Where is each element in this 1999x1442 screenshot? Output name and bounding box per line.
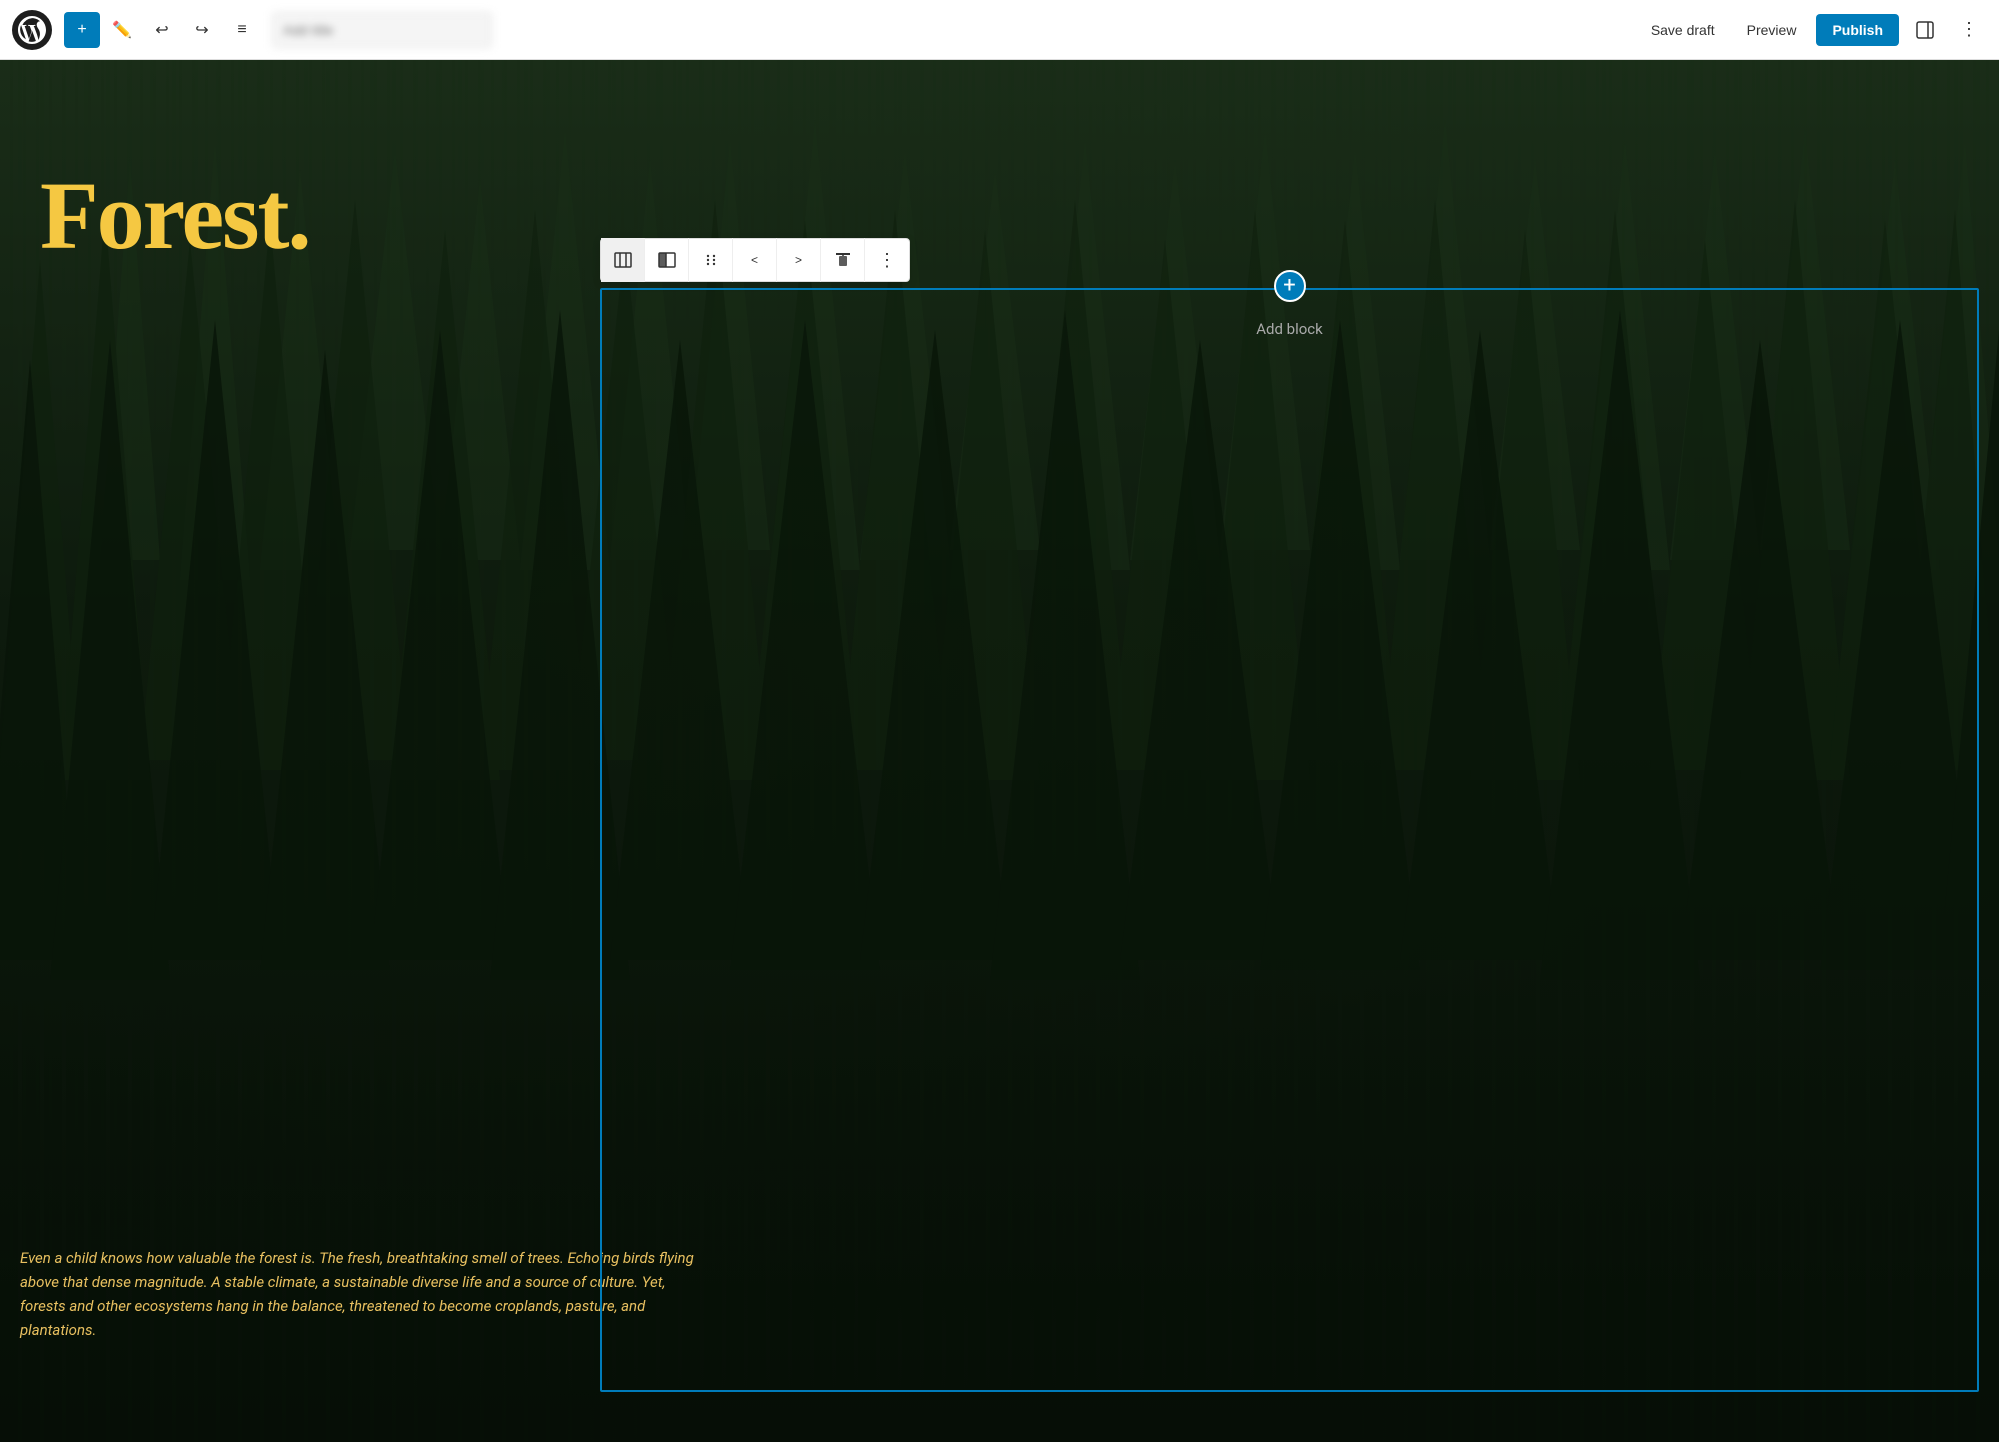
wp-logo-icon [18,16,46,44]
add-inner-block-button[interactable]: + [1274,270,1306,302]
block-toolbar: < > ⋮ [600,238,910,282]
undo-button[interactable]: ↩ [144,12,180,48]
drag-icon [703,252,719,268]
publish-button[interactable]: Publish [1816,14,1899,46]
edit-mode-button[interactable]: ✏️ [104,12,140,48]
forest-background: Forest. Even a child knows how valuable … [0,60,1999,1442]
two-column-icon [657,250,677,270]
block-more-options-button[interactable]: ⋮ [865,238,909,282]
more-options-icon: ⋮ [878,250,896,271]
toolbar-left-group: + ✏️ ↩ ↪ ≡ [12,10,492,50]
align-top-icon [834,251,852,269]
columns-icon [613,250,633,270]
selected-block[interactable]: + Add block [600,288,1979,1392]
forest-heading: Forest. [40,160,309,271]
main-toolbar: + ✏️ ↩ ↪ ≡ Save draft Preview Publish ⋮ [0,0,1999,60]
align-top-button[interactable] [821,238,865,282]
move-left-icon: < [751,253,758,267]
toolbar-right-group: Save draft Preview Publish ⋮ [1639,12,1987,48]
save-draft-button[interactable]: Save draft [1639,14,1727,46]
list-view-button[interactable]: ≡ [224,12,260,48]
preview-button[interactable]: Preview [1735,14,1809,46]
move-right-icon: > [795,253,802,267]
wordpress-logo[interactable] [12,10,52,50]
redo-button[interactable]: ↪ [184,12,220,48]
sidebar-toggle-icon [1915,20,1935,40]
sidebar-toggle-button[interactable] [1907,12,1943,48]
plus-icon: + [1283,275,1295,297]
two-column-button[interactable] [645,238,689,282]
add-block-label: Add block [1256,320,1323,338]
columns-layout-button[interactable] [601,238,645,282]
post-title-input[interactable] [272,12,492,48]
main-content-area: Forest. Even a child knows how valuable … [0,60,1999,1442]
add-block-button[interactable]: + [64,12,100,48]
forest-body-text: Even a child knows how valuable the fore… [20,1246,700,1342]
more-options-button[interactable]: ⋮ [1951,12,1987,48]
move-right-button[interactable]: > [777,238,821,282]
move-left-button[interactable]: < [733,238,777,282]
drag-handle-button[interactable] [689,238,733,282]
